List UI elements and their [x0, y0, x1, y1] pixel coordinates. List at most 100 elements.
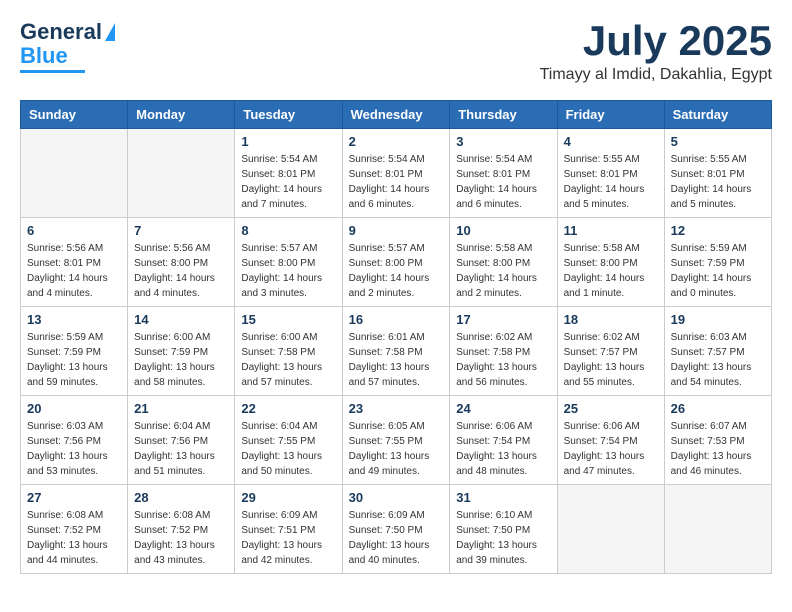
calendar-cell: 5 Sunrise: 5:55 AM Sunset: 8:01 PM Daylig…: [664, 129, 771, 218]
calendar-cell: 3 Sunrise: 5:54 AM Sunset: 8:01 PM Daylig…: [450, 129, 557, 218]
day-number: 8: [241, 223, 335, 238]
day-number: 15: [241, 312, 335, 327]
calendar-cell: 31 Sunrise: 6:10 AM Sunset: 7:50 PM Dayli…: [450, 485, 557, 574]
day-info: Sunrise: 5:57 AM Sunset: 8:00 PM Dayligh…: [241, 241, 335, 301]
day-number: 16: [349, 312, 444, 327]
day-info: Sunrise: 5:54 AM Sunset: 8:01 PM Dayligh…: [349, 152, 444, 212]
day-info: Sunrise: 5:57 AM Sunset: 8:00 PM Dayligh…: [349, 241, 444, 301]
day-number: 22: [241, 401, 335, 416]
calendar-cell: 23Sunrise: 6:05 AM Sunset: 7:55 PM Dayli…: [342, 396, 450, 485]
logo: General Blue: [20, 20, 115, 73]
day-number: 1: [241, 134, 335, 149]
day-info: Sunrise: 6:04 AM Sunset: 7:56 PM Dayligh…: [134, 419, 228, 479]
calendar-cell: 15 Sunrise: 6:00 AM Sunset: 7:58 PM Dayli…: [235, 307, 342, 396]
calendar-header-tuesday: Tuesday: [235, 101, 342, 129]
day-info: Sunrise: 6:08 AM Sunset: 7:52 PM Dayligh…: [27, 508, 121, 568]
day-info: Sunrise: 5:55 AM Sunset: 8:01 PM Dayligh…: [671, 152, 765, 212]
calendar-cell: 25 Sunrise: 6:06 AM Sunset: 7:54 PM Dayli…: [557, 396, 664, 485]
day-info: Sunrise: 6:07 AM Sunset: 7:53 PM Dayligh…: [671, 419, 765, 479]
calendar-cell: 2 Sunrise: 5:54 AM Sunset: 8:01 PM Daylig…: [342, 129, 450, 218]
day-info: Sunrise: 6:00 AM Sunset: 7:59 PM Dayligh…: [134, 330, 228, 390]
day-info: Sunrise: 6:02 AM Sunset: 7:57 PM Dayligh…: [564, 330, 658, 390]
calendar-cell: 12Sunrise: 5:59 AM Sunset: 7:59 PM Dayli…: [664, 218, 771, 307]
calendar-cell: 18 Sunrise: 6:02 AM Sunset: 7:57 PM Dayli…: [557, 307, 664, 396]
calendar-cell: 29 Sunrise: 6:09 AM Sunset: 7:51 PM Dayli…: [235, 485, 342, 574]
calendar-cell: 30Sunrise: 6:09 AM Sunset: 7:50 PM Dayli…: [342, 485, 450, 574]
day-number: 26: [671, 401, 765, 416]
day-number: 31: [456, 490, 550, 505]
month-title: July 2025: [540, 20, 772, 62]
day-number: 3: [456, 134, 550, 149]
logo-triangle-icon: [105, 23, 115, 41]
day-number: 2: [349, 134, 444, 149]
day-info: Sunrise: 6:03 AM Sunset: 7:57 PM Dayligh…: [671, 330, 765, 390]
calendar-week-1: 1 Sunrise: 5:54 AM Sunset: 8:01 PM Daylig…: [21, 129, 772, 218]
day-info: Sunrise: 5:56 AM Sunset: 8:00 PM Dayligh…: [134, 241, 228, 301]
calendar-cell: 9 Sunrise: 5:57 AM Sunset: 8:00 PM Daylig…: [342, 218, 450, 307]
calendar-header-wednesday: Wednesday: [342, 101, 450, 129]
day-number: 27: [27, 490, 121, 505]
calendar-cell: 21 Sunrise: 6:04 AM Sunset: 7:56 PM Dayli…: [128, 396, 235, 485]
day-number: 13: [27, 312, 121, 327]
day-info: Sunrise: 5:54 AM Sunset: 8:01 PM Dayligh…: [241, 152, 335, 212]
day-number: 9: [349, 223, 444, 238]
logo-underline: [20, 70, 85, 73]
day-number: 7: [134, 223, 228, 238]
calendar-cell: 6 Sunrise: 5:56 AM Sunset: 8:01 PM Daylig…: [21, 218, 128, 307]
day-number: 25: [564, 401, 658, 416]
calendar-cell: 10 Sunrise: 5:58 AM Sunset: 8:00 PM Dayli…: [450, 218, 557, 307]
day-number: 29: [241, 490, 335, 505]
day-number: 6: [27, 223, 121, 238]
day-info: Sunrise: 5:54 AM Sunset: 8:01 PM Dayligh…: [456, 152, 550, 212]
logo-blue-text: Blue: [20, 44, 68, 68]
day-info: Sunrise: 5:59 AM Sunset: 7:59 PM Dayligh…: [671, 241, 765, 301]
day-number: 17: [456, 312, 550, 327]
calendar-week-3: 13 Sunrise: 5:59 AM Sunset: 7:59 PM Dayli…: [21, 307, 772, 396]
calendar-cell: [128, 129, 235, 218]
day-info: Sunrise: 5:56 AM Sunset: 8:01 PM Dayligh…: [27, 241, 121, 301]
day-number: 20: [27, 401, 121, 416]
calendar-cell: 11Sunrise: 5:58 AM Sunset: 8:00 PM Dayli…: [557, 218, 664, 307]
logo-general-text: General: [20, 20, 102, 44]
day-number: 10: [456, 223, 550, 238]
day-number: 18: [564, 312, 658, 327]
day-number: 14: [134, 312, 228, 327]
day-number: 28: [134, 490, 228, 505]
day-number: 5: [671, 134, 765, 149]
day-info: Sunrise: 6:10 AM Sunset: 7:50 PM Dayligh…: [456, 508, 550, 568]
day-info: Sunrise: 5:59 AM Sunset: 7:59 PM Dayligh…: [27, 330, 121, 390]
calendar-header-monday: Monday: [128, 101, 235, 129]
calendar-header-sunday: Sunday: [21, 101, 128, 129]
calendar-cell: 20 Sunrise: 6:03 AM Sunset: 7:56 PM Dayli…: [21, 396, 128, 485]
day-number: 23: [349, 401, 444, 416]
calendar-week-2: 6 Sunrise: 5:56 AM Sunset: 8:01 PM Daylig…: [21, 218, 772, 307]
calendar-cell: 8 Sunrise: 5:57 AM Sunset: 8:00 PM Daylig…: [235, 218, 342, 307]
day-info: Sunrise: 6:09 AM Sunset: 7:51 PM Dayligh…: [241, 508, 335, 568]
calendar-cell: 4 Sunrise: 5:55 AM Sunset: 8:01 PM Daylig…: [557, 129, 664, 218]
day-info: Sunrise: 6:02 AM Sunset: 7:58 PM Dayligh…: [456, 330, 550, 390]
day-info: Sunrise: 6:00 AM Sunset: 7:58 PM Dayligh…: [241, 330, 335, 390]
calendar-header-row: SundayMondayTuesdayWednesdayThursdayFrid…: [21, 101, 772, 129]
day-number: 4: [564, 134, 658, 149]
title-section: July 2025 Timayy al Imdid, Dakahlia, Egy…: [540, 20, 772, 84]
calendar-cell: [21, 129, 128, 218]
calendar-cell: 24Sunrise: 6:06 AM Sunset: 7:54 PM Dayli…: [450, 396, 557, 485]
calendar-cell: [557, 485, 664, 574]
calendar-cell: 14 Sunrise: 6:00 AM Sunset: 7:59 PM Dayli…: [128, 307, 235, 396]
day-info: Sunrise: 6:03 AM Sunset: 7:56 PM Dayligh…: [27, 419, 121, 479]
day-info: Sunrise: 6:06 AM Sunset: 7:54 PM Dayligh…: [564, 419, 658, 479]
calendar-cell: 27 Sunrise: 6:08 AM Sunset: 7:52 PM Dayli…: [21, 485, 128, 574]
day-info: Sunrise: 6:06 AM Sunset: 7:54 PM Dayligh…: [456, 419, 550, 479]
day-info: Sunrise: 5:55 AM Sunset: 8:01 PM Dayligh…: [564, 152, 658, 212]
calendar-header-friday: Friday: [557, 101, 664, 129]
calendar-header-saturday: Saturday: [664, 101, 771, 129]
day-number: 19: [671, 312, 765, 327]
calendar-cell: 13 Sunrise: 5:59 AM Sunset: 7:59 PM Dayli…: [21, 307, 128, 396]
day-info: Sunrise: 6:01 AM Sunset: 7:58 PM Dayligh…: [349, 330, 444, 390]
day-info: Sunrise: 5:58 AM Sunset: 8:00 PM Dayligh…: [456, 241, 550, 301]
day-number: 11: [564, 223, 658, 238]
calendar-cell: 26 Sunrise: 6:07 AM Sunset: 7:53 PM Dayli…: [664, 396, 771, 485]
calendar-cell: 17 Sunrise: 6:02 AM Sunset: 7:58 PM Dayli…: [450, 307, 557, 396]
day-number: 21: [134, 401, 228, 416]
calendar-week-5: 27 Sunrise: 6:08 AM Sunset: 7:52 PM Dayli…: [21, 485, 772, 574]
